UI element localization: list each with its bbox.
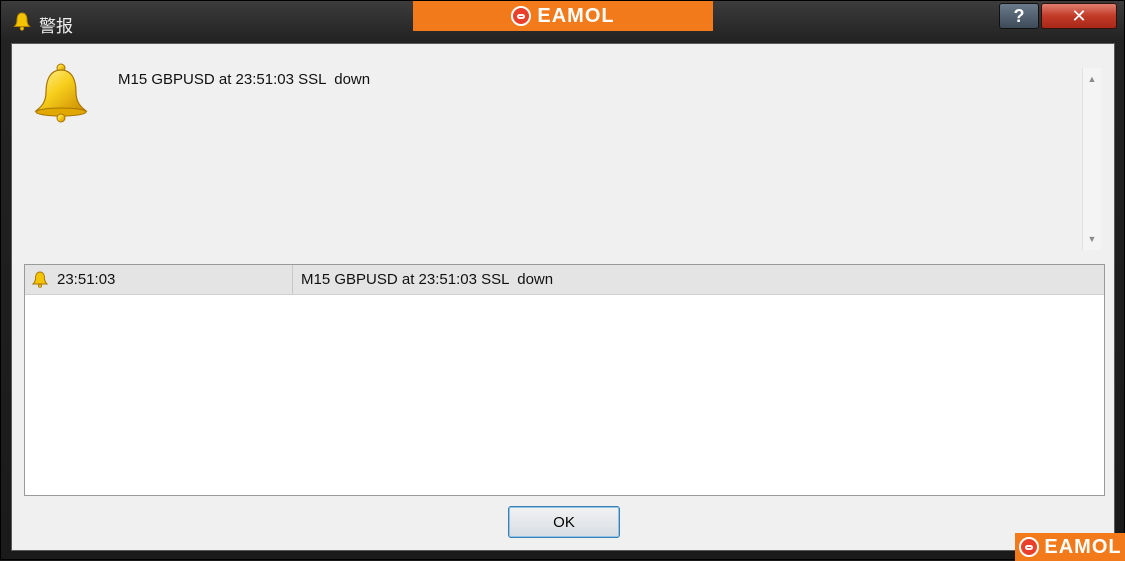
ok-button[interactable]: OK: [508, 506, 620, 538]
brand-name: EAMOL: [1044, 535, 1122, 558]
scroll-up-arrow-icon[interactable]: ▲: [1083, 72, 1101, 86]
help-button[interactable]: ?: [999, 3, 1039, 29]
window-title: 警报: [39, 17, 73, 37]
list-item[interactable]: 23:51:03 M15 GBPUSD at 23:51:03 SSL down: [25, 265, 1104, 295]
help-icon: ?: [1013, 5, 1025, 26]
scroll-down-arrow-icon[interactable]: ▼: [1083, 232, 1101, 246]
close-icon: ✕: [1071, 5, 1087, 26]
bell-icon: [34, 63, 88, 123]
ok-button-label: OK: [553, 513, 575, 531]
time-cell: 23:51:03: [25, 265, 293, 294]
title-bar[interactable]: 警报 EAMOL ? ✕: [1, 1, 1125, 43]
eamol-logo-icon: [1019, 537, 1040, 557]
alert-window: 警报 EAMOL ? ✕ M15 GBPUSD at 23:51:03 SSL …: [0, 0, 1125, 561]
eamol-logo-icon: [511, 6, 532, 26]
brand-watermark: EAMOL: [1015, 533, 1125, 561]
close-button[interactable]: ✕: [1041, 3, 1117, 29]
dialog-body: M15 GBPUSD at 23:51:03 SSL down ▲ ▼ 23:5…: [11, 43, 1115, 551]
alert-message: M15 GBPUSD at 23:51:03 SSL down: [118, 71, 371, 88]
bell-icon: [13, 12, 31, 31]
brand-banner: EAMOL: [413, 1, 713, 31]
message-scrollbar[interactable]: ▲ ▼: [1082, 68, 1101, 250]
alert-list[interactable]: 23:51:03 M15 GBPUSD at 23:51:03 SSL down: [24, 264, 1105, 496]
bell-icon: [31, 271, 49, 288]
alert-row-message: M15 GBPUSD at 23:51:03 SSL down: [301, 271, 554, 288]
brand-logo: EAMOL: [511, 5, 614, 28]
alert-time: 23:51:03: [57, 271, 116, 288]
brand-name: EAMOL: [537, 4, 615, 27]
